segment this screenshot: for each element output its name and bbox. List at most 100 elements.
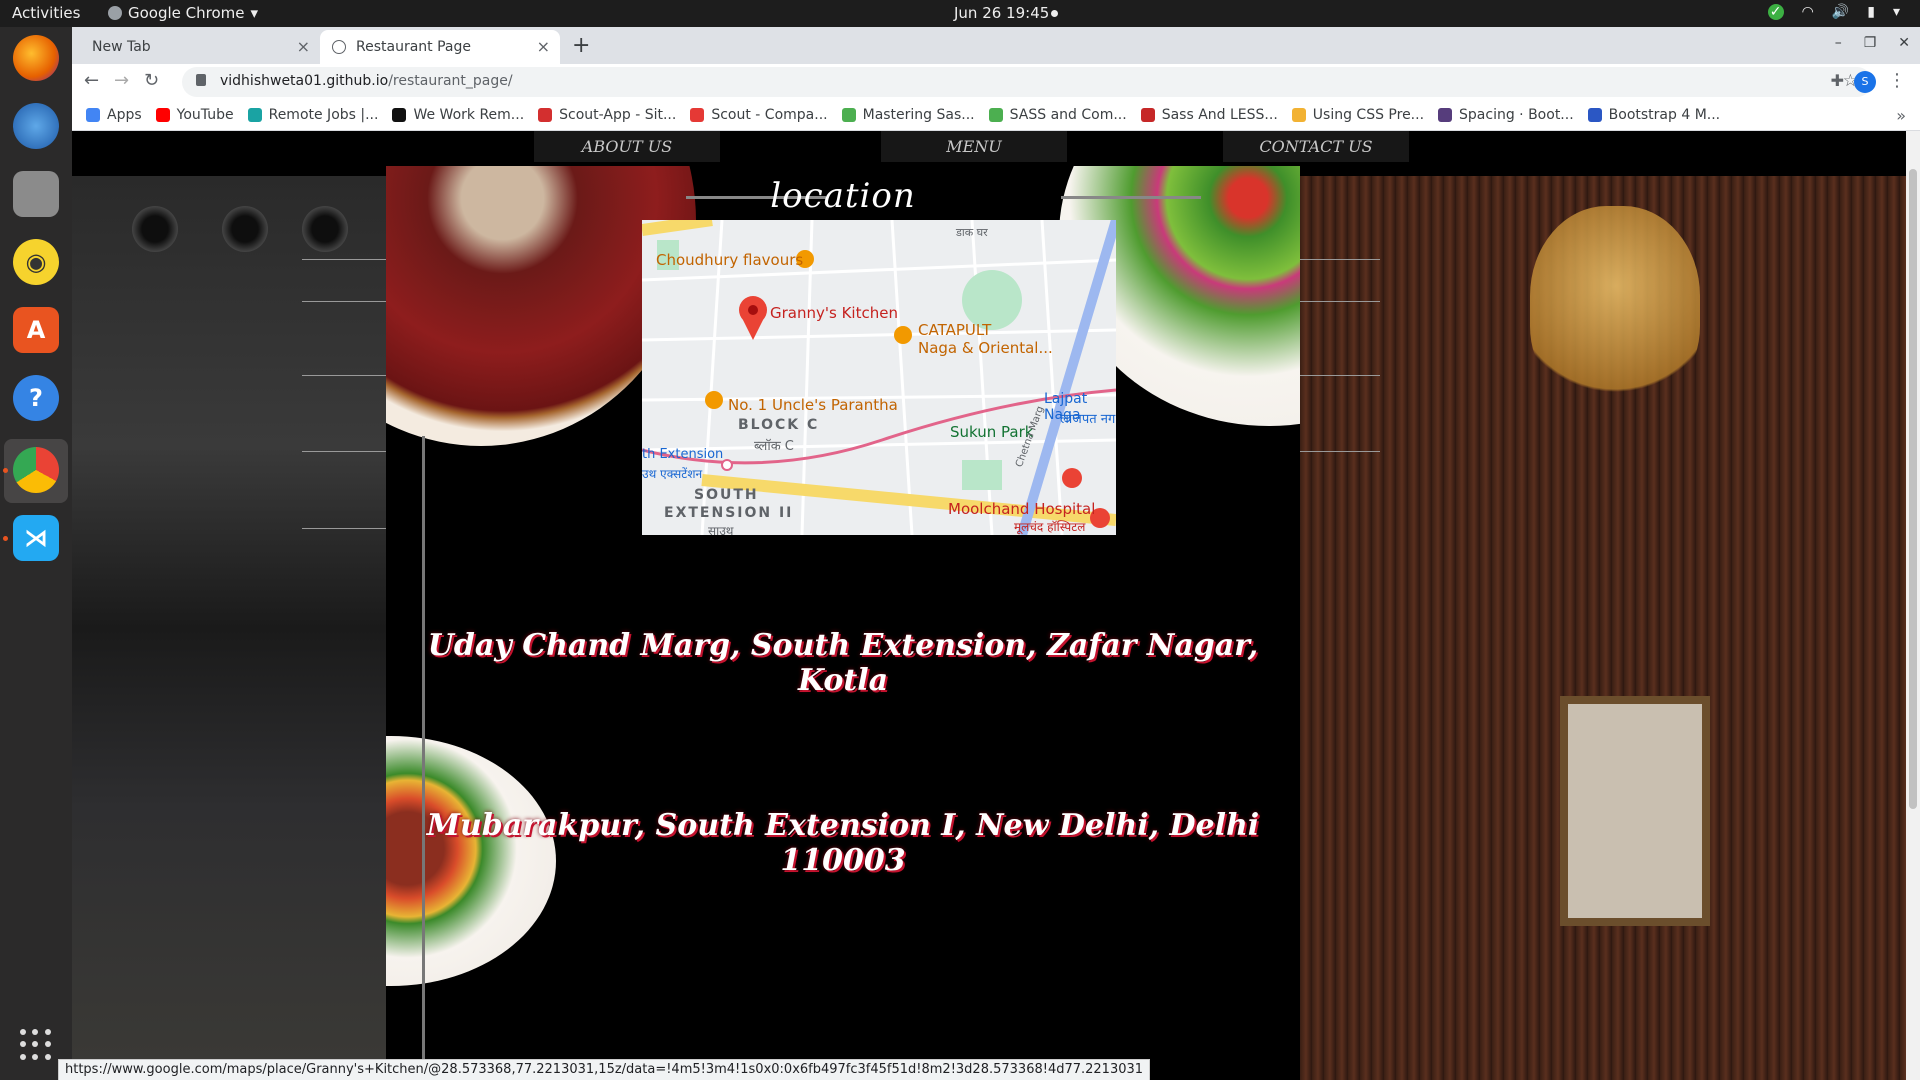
globe-icon <box>332 40 346 54</box>
bookmark-label: We Work Rem... <box>413 107 525 123</box>
reload-icon[interactable]: ↻ <box>144 70 159 91</box>
tab-new-tab[interactable]: New Tab × <box>80 30 320 64</box>
firefox-icon[interactable] <box>13 35 59 81</box>
bookmark-item[interactable]: Scout - Compa... <box>690 107 828 123</box>
bookmark-favicon-icon <box>1587 108 1602 122</box>
lock-icon[interactable] <box>196 74 206 86</box>
bookmark-label: Remote Jobs |... <box>268 107 379 123</box>
map-label: Naga & Oriental... <box>918 339 1053 357</box>
tab-label: Restaurant Page <box>356 39 471 55</box>
modal-title: location <box>770 176 916 216</box>
bookmark-item[interactable]: Spacing · Boot... <box>1438 107 1574 123</box>
bookmark-favicon-icon <box>988 108 1003 122</box>
page-scrollbar[interactable] <box>1906 131 1920 1080</box>
bookmark-item[interactable]: Remote Jobs |... <box>247 107 379 123</box>
map-label: EXTENSION II <box>664 505 794 521</box>
bookmark-item[interactable]: Sass And LESS... <box>1140 107 1278 123</box>
map-label: Sukun Park <box>950 423 1034 441</box>
profile-avatar[interactable]: S <box>1854 71 1876 93</box>
bookmark-favicon-icon <box>1438 108 1453 122</box>
extensions-icon[interactable]: ✚ <box>1831 71 1844 90</box>
power-menu-icon[interactable]: ▾ <box>1893 4 1900 20</box>
bookmark-item[interactable]: Apps <box>86 107 142 123</box>
address-line-1: Uday Chand Marg, South Extension, Zafar … <box>427 628 1259 698</box>
map-label: उथ एक्सटेंशन <box>642 467 703 481</box>
tab-restaurant-page[interactable]: Restaurant Page × <box>320 30 560 64</box>
new-tab-button[interactable]: + <box>572 33 590 58</box>
map-label: CATAPULT <box>918 321 992 339</box>
nav-menu[interactable]: MENU <box>881 131 1067 162</box>
map-label: th Extension <box>642 447 724 462</box>
bookmark-item[interactable]: We Work Rem... <box>392 107 524 123</box>
bookmark-item[interactable]: Using CSS Pre... <box>1291 107 1424 123</box>
google-map-embed[interactable]: Choudhury flavours Granny's Kitchen CATA… <box>642 220 1116 535</box>
link-status-bubble: https://www.google.com/maps/place/Granny… <box>58 1059 1151 1080</box>
chandelier <box>1530 206 1700 406</box>
update-check-icon[interactable]: ✓ <box>1767 4 1784 20</box>
battery-icon[interactable]: ▮ <box>1867 4 1875 20</box>
bookmark-label: Apps <box>107 107 142 123</box>
help-icon[interactable]: ? <box>13 375 59 421</box>
scrollbar-thumb[interactable] <box>1909 169 1917 809</box>
bookmarks-bar: Apps YouTube Remote Jobs |... We Work Rem..… <box>72 100 1920 131</box>
chrome-icon[interactable] <box>13 447 59 493</box>
nav-about-us[interactable]: ABOUT US <box>534 131 720 162</box>
ceiling-light <box>302 206 348 252</box>
bookmark-item[interactable]: YouTube <box>155 107 234 123</box>
map-label: BLOCK C <box>738 417 820 433</box>
map-label: ब्लॉक C <box>754 439 794 454</box>
address-line-2: Mubarakpur, South Extension I, New Delhi… <box>426 808 1260 878</box>
bookmark-label: SASS and Com... <box>1009 107 1127 123</box>
activities-button[interactable]: Activities <box>12 4 80 22</box>
minimize-icon[interactable]: – <box>1835 35 1842 51</box>
app-menu[interactable]: Google Chrome ▾ <box>108 4 258 22</box>
bookmark-favicon-icon <box>538 108 553 122</box>
running-indicator <box>3 536 8 541</box>
divider <box>1300 451 1380 452</box>
bookmark-item[interactable]: SASS and Com... <box>988 107 1127 123</box>
wifi-icon[interactable]: ◠ <box>1802 4 1814 20</box>
app-menu-label: Google Chrome <box>128 4 245 22</box>
close-window-icon[interactable]: ✕ <box>1898 35 1910 51</box>
map-label: No. 1 Uncle's Parantha <box>728 396 898 414</box>
divider <box>1300 375 1380 376</box>
bookmark-favicon-icon <box>1291 108 1306 122</box>
volume-icon[interactable]: 🔊 <box>1832 4 1849 20</box>
map-label-granny[interactable]: Granny's Kitchen <box>770 304 898 322</box>
browser-window: New Tab × Restaurant Page × + – ❐ ✕ ← → … <box>72 27 1920 131</box>
divider <box>302 301 386 302</box>
restaurant-background-left <box>72 176 386 1080</box>
dock: ◉ A ? ⋊ <box>0 27 72 1080</box>
browser-menu-icon[interactable]: ⋮ <box>1888 70 1906 91</box>
rhythmbox-icon[interactable]: ◉ <box>13 239 59 285</box>
browser-toolbar: ← → ↻ vidhishweta01.github.io/restaurant… <box>72 64 1920 100</box>
address-bar[interactable]: vidhishweta01.github.io/restaurant_page/… <box>182 67 1872 97</box>
modal-close-button[interactable]: × <box>1340 159 1360 179</box>
tab-close-icon[interactable]: × <box>297 37 310 56</box>
vscode-icon[interactable]: ⋊ <box>13 515 59 561</box>
bookmark-item[interactable]: Bootstrap 4 M... <box>1587 107 1720 123</box>
caret-down-icon: ▾ <box>250 4 259 22</box>
back-icon[interactable]: ← <box>84 70 99 91</box>
software-center-icon[interactable]: A <box>13 307 59 353</box>
thunderbird-icon[interactable] <box>13 103 59 149</box>
bookmark-item[interactable]: Mastering Sas... <box>841 107 975 123</box>
bookmarks-overflow-icon[interactable]: » <box>1896 106 1906 125</box>
divider <box>302 259 386 260</box>
location-modal: location Choudhury flavours Granny's Kit… <box>386 166 1300 1080</box>
show-applications-icon[interactable] <box>20 1029 52 1061</box>
tab-close-icon[interactable]: × <box>537 37 550 56</box>
map-label: Moolchand Hospital <box>948 500 1096 518</box>
restore-icon[interactable]: ❐ <box>1864 35 1877 51</box>
web-page: ABOUT US MENU CONTACT US location Choudh… <box>72 131 1920 1080</box>
modal-border-left <box>422 436 425 1076</box>
files-icon[interactable] <box>13 171 59 217</box>
divider <box>302 528 386 529</box>
bookmark-favicon-icon <box>155 108 170 122</box>
bookmark-favicon-icon <box>690 108 705 122</box>
bookmark-item[interactable]: Scout-App - Sit... <box>538 107 676 123</box>
clock[interactable]: Jun 26 19:45 <box>954 4 1049 22</box>
nav-contact-us[interactable]: CONTACT US <box>1223 131 1409 162</box>
system-tray[interactable]: ✓ ◠ 🔊 ▮ ▾ <box>1767 4 1900 20</box>
forward-icon[interactable]: → <box>114 70 129 91</box>
